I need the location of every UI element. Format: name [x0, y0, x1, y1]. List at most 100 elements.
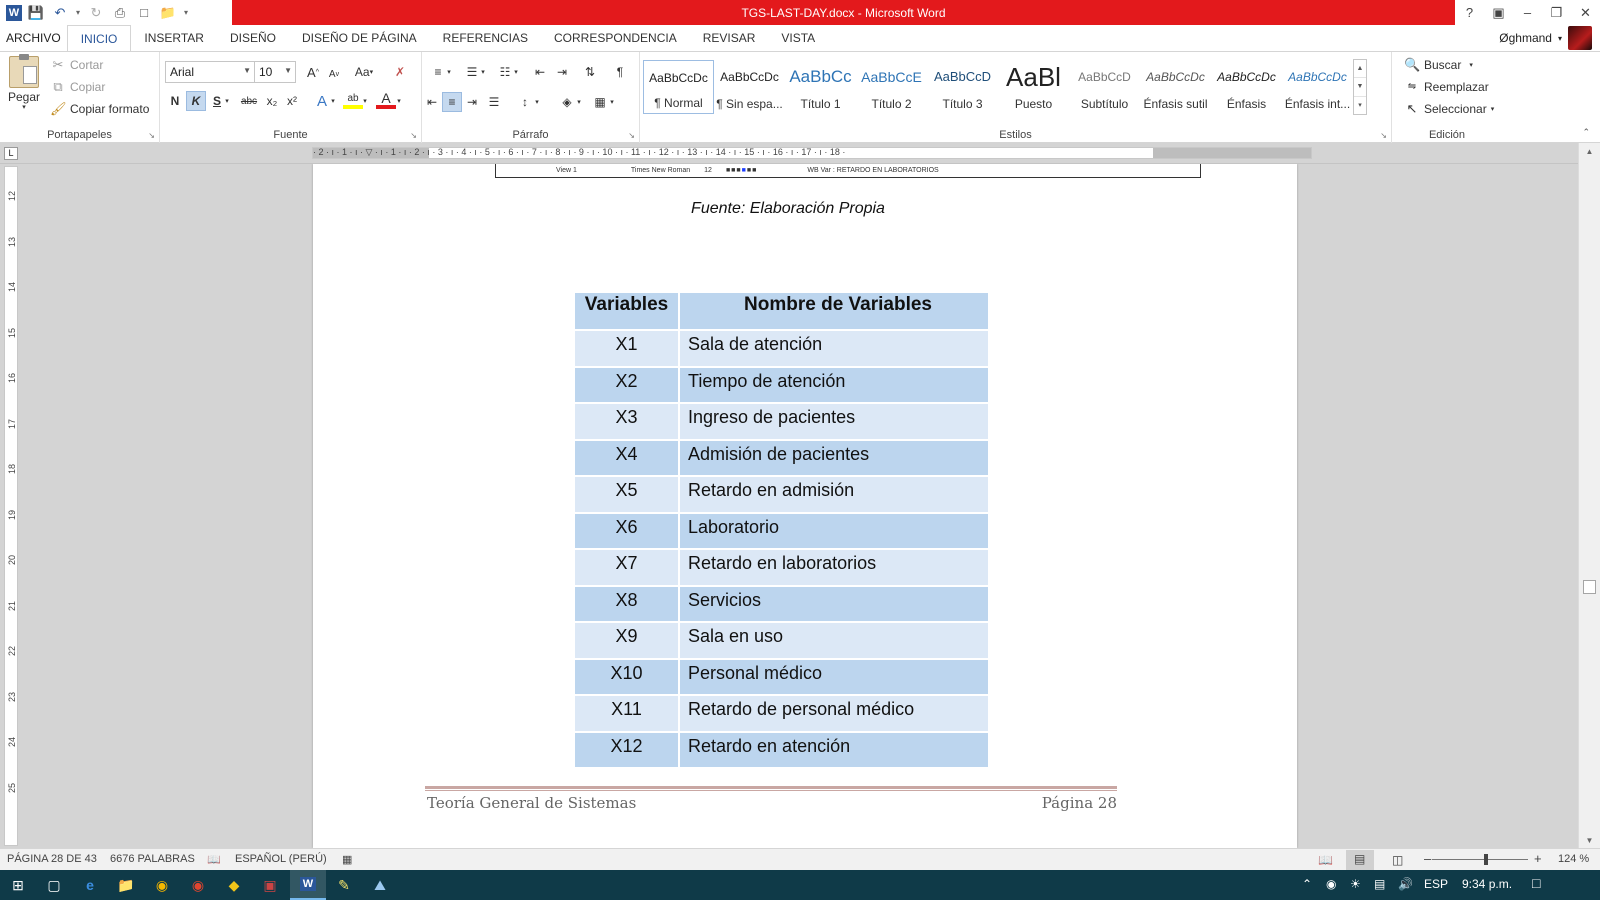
highlight-dropdown-icon[interactable]: ▾: [360, 91, 370, 111]
task-view-icon[interactable]: ▢: [36, 870, 72, 900]
line-spacing-dropdown-icon[interactable]: ▾: [532, 92, 542, 112]
scroll-down-icon[interactable]: ▼: [1579, 832, 1600, 848]
document-area[interactable]: View 1 Times New Roman 12 ■■■■■■ WB Var …: [22, 164, 1578, 848]
zoom-slider-track[interactable]: [1432, 859, 1528, 860]
subscript-button[interactable]: x₂: [262, 91, 282, 111]
style-titulo-3[interactable]: AaBbCcD Título 3: [927, 60, 998, 114]
photos-icon[interactable]: ⛰: [362, 870, 398, 900]
steam-tray-icon[interactable]: ◉: [1326, 877, 1336, 891]
windows-start-icon[interactable]: ⊞: [0, 870, 36, 900]
notes-icon[interactable]: ✎: [326, 870, 362, 900]
show-marks-button[interactable]: ¶: [610, 62, 630, 82]
find-button[interactable]: 🔍 Buscar ▾: [1404, 57, 1473, 73]
copy-button[interactable]: ⧉ Copiar: [50, 79, 105, 95]
style-subtitulo[interactable]: AaBbCcD Subtítulo: [1069, 60, 1140, 114]
zoom-level[interactable]: 124 %: [1558, 853, 1589, 865]
new-document-icon[interactable]: □: [134, 3, 154, 23]
tab-archivo[interactable]: ARCHIVO: [0, 25, 67, 51]
dialog-launcher-icon[interactable]: ↘: [1380, 131, 1387, 140]
style-normal[interactable]: AaBbCcDc ¶ Normal: [643, 60, 714, 114]
print-layout-icon[interactable]: ▤: [1346, 850, 1374, 870]
decrease-indent-icon[interactable]: ⇤: [530, 62, 550, 82]
open-folder-icon[interactable]: 📁: [158, 3, 178, 23]
tab-diseno[interactable]: DISEÑO: [217, 25, 289, 51]
word-app-icon[interactable]: W: [6, 4, 22, 21]
underline-dropdown-icon[interactable]: ▾: [222, 91, 232, 111]
style-puesto[interactable]: AaBl Puesto: [998, 60, 1069, 114]
redo-icon[interactable]: ↻: [86, 3, 106, 23]
read-mode-icon[interactable]: 📖: [1318, 853, 1333, 867]
language[interactable]: ESPAÑOL (PERÚ): [235, 853, 327, 865]
text-effects-dropdown-icon[interactable]: ▾: [328, 91, 338, 111]
font-name-combo[interactable]: Arial ▼: [165, 61, 255, 83]
ribbon-display-options-icon[interactable]: ▣: [1484, 0, 1513, 25]
chrome-icon[interactable]: ◉: [180, 870, 216, 900]
app-box-icon[interactable]: ▣: [252, 870, 288, 900]
action-center-icon[interactable]: □: [1532, 875, 1540, 891]
bold-button[interactable]: N: [165, 91, 185, 111]
bullets-dropdown-icon[interactable]: ▾: [444, 62, 454, 82]
horizontal-ruler[interactable]: · 2 · ı · 1 · ı · ▽ · ı · 1 · ı · 2 · ı …: [312, 147, 1312, 159]
superscript-button[interactable]: x²: [282, 91, 302, 111]
shrink-font-button[interactable]: Av: [324, 64, 344, 84]
word-taskbar-icon[interactable]: W: [290, 870, 326, 900]
chevron-up-icon[interactable]: ▲: [1354, 60, 1366, 79]
word-count[interactable]: 6676 PALABRAS: [110, 853, 195, 865]
restore-button[interactable]: ❐: [1542, 0, 1571, 25]
avast-icon[interactable]: ◉: [144, 870, 180, 900]
page-count[interactable]: PÁGINA 28 DE 43: [7, 853, 97, 865]
shading-dropdown-icon[interactable]: ▾: [574, 92, 584, 112]
show-hidden-icons[interactable]: ⌃: [1302, 877, 1312, 891]
font-color-dropdown-icon[interactable]: ▾: [394, 91, 404, 111]
clock[interactable]: 9:34 p.m.: [1462, 877, 1512, 891]
save-icon[interactable]: 💾: [26, 3, 46, 23]
replace-button[interactable]: ⇋ Reemplazar: [1404, 79, 1489, 95]
print-preview-icon[interactable]: ⎙: [110, 3, 130, 23]
borders-dropdown-icon[interactable]: ▾: [607, 92, 617, 112]
style-titulo-2[interactable]: AaBbCcE Título 2: [856, 60, 927, 114]
chevron-down-icon[interactable]: ▼: [1354, 78, 1366, 97]
undo-icon[interactable]: ↶: [50, 3, 70, 23]
tab-revisar[interactable]: REVISAR: [690, 25, 769, 51]
change-case-button[interactable]: Aa ▾: [349, 62, 379, 82]
numbering-dropdown-icon[interactable]: ▾: [478, 62, 488, 82]
tab-correspondencia[interactable]: CORRESPONDENCIA: [541, 25, 690, 51]
style-enfasis-sutil[interactable]: AaBbCcDc Énfasis sutil: [1140, 60, 1211, 114]
page[interactable]: View 1 Times New Roman 12 ■■■■■■ WB Var …: [313, 164, 1297, 848]
macro-recording-icon[interactable]: ▦: [342, 853, 352, 866]
scroll-up-icon[interactable]: ▲: [1579, 143, 1600, 159]
edge-browser-icon[interactable]: e: [72, 870, 108, 900]
format-painter-button[interactable]: 🖌 Copiar formato: [50, 101, 149, 117]
align-left-icon[interactable]: ⇤: [422, 92, 442, 112]
collapse-ribbon-icon[interactable]: ⌃: [1582, 127, 1590, 138]
dialog-launcher-icon[interactable]: ↘: [410, 131, 417, 140]
more-styles-icon[interactable]: ▾: [1354, 97, 1366, 114]
tab-diseno-de-pagina[interactable]: DISEÑO DE PÁGINA: [289, 25, 430, 51]
tray-app-icon[interactable]: ☀: [1350, 877, 1361, 891]
style-enfasis[interactable]: AaBbCcDc Énfasis: [1211, 60, 1282, 114]
justify-icon[interactable]: ☰: [484, 92, 504, 112]
font-color-button[interactable]: A: [376, 90, 396, 109]
strikethrough-button[interactable]: abc: [237, 91, 261, 111]
align-center-icon[interactable]: ≡: [442, 92, 462, 112]
file-explorer-icon[interactable]: 📁: [108, 870, 144, 900]
select-button[interactable]: ↖ Seleccionar ▾: [1404, 101, 1495, 117]
grow-font-button[interactable]: A ^: [303, 62, 323, 82]
tab-selector[interactable]: L: [4, 147, 18, 160]
zoom-out-icon[interactable]: –: [1424, 851, 1431, 866]
italic-button[interactable]: K: [186, 91, 206, 111]
network-icon[interactable]: ▤: [1374, 877, 1385, 891]
tab-inicio[interactable]: INICIO: [66, 25, 132, 51]
web-layout-icon[interactable]: ◫: [1392, 853, 1403, 867]
style-sin-espaciado[interactable]: AaBbCcDc ¶ Sin espa...: [714, 60, 785, 114]
dialog-launcher-icon[interactable]: ↘: [148, 131, 155, 140]
style-titulo-1[interactable]: AaBbCc Título 1: [785, 60, 856, 114]
minimize-button[interactable]: –: [1513, 0, 1542, 25]
help-button[interactable]: ?: [1455, 0, 1484, 25]
user-account[interactable]: Øghmand ▾: [1499, 25, 1600, 51]
customize-qat-icon[interactable]: ▾: [182, 3, 190, 23]
increase-indent-icon[interactable]: ⇥: [552, 62, 572, 82]
tab-referencias[interactable]: REFERENCIAS: [430, 25, 541, 51]
sort-icon[interactable]: ⇅: [580, 62, 600, 82]
scroll-thumb[interactable]: [1583, 580, 1596, 594]
